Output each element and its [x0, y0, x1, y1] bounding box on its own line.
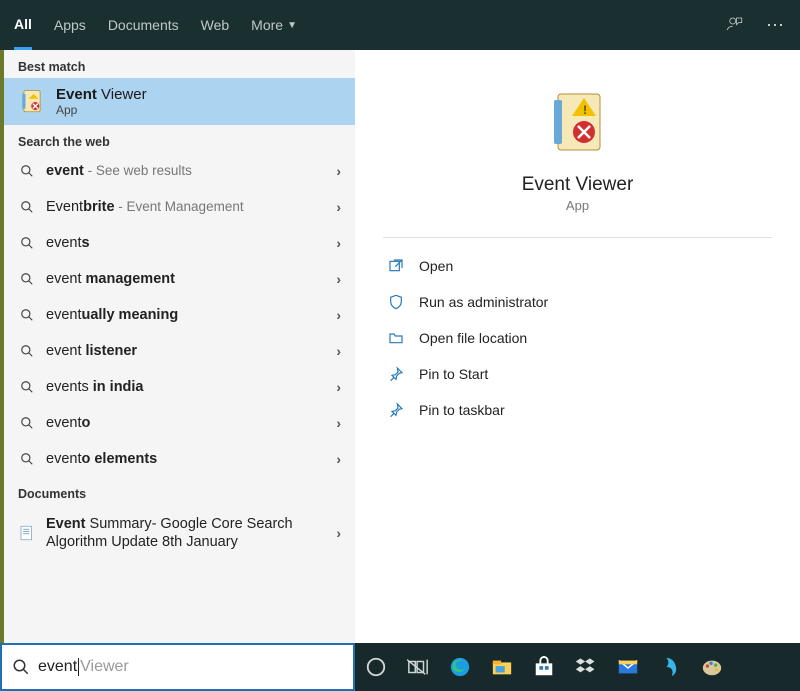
- action-open-location[interactable]: Open file location: [383, 320, 772, 356]
- search-filter-tabs: All Apps Documents Web More▼ ⋯: [0, 0, 800, 50]
- web-result[interactable]: event - See web results ›: [4, 153, 355, 189]
- dropbox-icon[interactable]: [573, 654, 599, 680]
- edge-icon[interactable]: [447, 654, 473, 680]
- pin-icon: [387, 401, 405, 419]
- section-search-web: Search the web: [4, 125, 355, 153]
- web-result[interactable]: event management ›: [4, 261, 355, 297]
- web-result[interactable]: evento ›: [4, 405, 355, 441]
- cortana-icon[interactable]: [363, 654, 389, 680]
- event-viewer-icon: [18, 88, 46, 116]
- divider: [383, 237, 772, 238]
- chevron-right-icon: ›: [336, 271, 341, 287]
- taskbar: [355, 643, 800, 691]
- tab-web[interactable]: Web: [201, 0, 230, 50]
- chevron-right-icon: ›: [336, 415, 341, 431]
- pin-icon: [387, 365, 405, 383]
- action-pin-start[interactable]: Pin to Start: [383, 356, 772, 392]
- svg-text:!: !: [583, 103, 587, 117]
- tab-documents[interactable]: Documents: [108, 0, 179, 50]
- chevron-right-icon: ›: [336, 525, 341, 541]
- preview-panel: ! Event Viewer App Open Run as administ: [355, 50, 800, 643]
- app-icon[interactable]: [657, 654, 683, 680]
- chevron-right-icon: ›: [336, 379, 341, 395]
- paint-icon[interactable]: [699, 654, 725, 680]
- search-icon: [18, 344, 36, 358]
- search-icon: [18, 200, 36, 214]
- store-icon[interactable]: [531, 654, 557, 680]
- action-run-admin[interactable]: Run as administrator: [383, 284, 772, 320]
- chevron-right-icon: ›: [336, 451, 341, 467]
- preview-title: Event Viewer: [383, 174, 772, 196]
- search-icon: [18, 416, 36, 430]
- document-icon: [18, 524, 36, 542]
- search-icon: [18, 452, 36, 466]
- section-documents: Documents: [4, 477, 355, 505]
- web-result[interactable]: event listener ›: [4, 333, 355, 369]
- web-result[interactable]: evento elements ›: [4, 441, 355, 477]
- search-input[interactable]: event Viewer: [0, 643, 355, 691]
- tab-all[interactable]: All: [14, 0, 32, 50]
- text-cursor: [78, 658, 79, 676]
- chevron-right-icon: ›: [336, 199, 341, 215]
- action-open[interactable]: Open: [383, 248, 772, 284]
- document-result[interactable]: Event Summary- Google Core Search Algori…: [4, 505, 355, 561]
- web-result[interactable]: Eventbrite - Event Management ›: [4, 189, 355, 225]
- best-match-subtitle: App: [56, 103, 147, 117]
- search-icon: [18, 308, 36, 322]
- chevron-down-icon: ▼: [287, 20, 297, 31]
- search-typed-text: event: [38, 658, 77, 676]
- search-icon: [18, 272, 36, 286]
- preview-subtitle: App: [383, 198, 772, 213]
- search-autocomplete-ghost: Viewer: [80, 658, 129, 676]
- search-icon: [18, 164, 36, 178]
- event-viewer-large-icon: !: [543, 90, 613, 160]
- file-explorer-icon[interactable]: [489, 654, 515, 680]
- open-icon: [387, 257, 405, 275]
- web-result[interactable]: events in india ›: [4, 369, 355, 405]
- chevron-right-icon: ›: [336, 235, 341, 251]
- tab-apps[interactable]: Apps: [54, 0, 86, 50]
- chevron-right-icon: ›: [336, 163, 341, 179]
- search-icon: [12, 658, 30, 676]
- task-view-icon[interactable]: [405, 654, 431, 680]
- folder-icon: [387, 329, 405, 347]
- shield-icon: [387, 293, 405, 311]
- feedback-icon[interactable]: [726, 15, 744, 36]
- web-result[interactable]: eventually meaning ›: [4, 297, 355, 333]
- chevron-right-icon: ›: [336, 307, 341, 323]
- search-icon: [18, 236, 36, 250]
- action-pin-taskbar[interactable]: Pin to taskbar: [383, 392, 772, 428]
- results-panel: Best match Event Viewer App Search: [0, 50, 355, 643]
- search-icon: [18, 380, 36, 394]
- best-match-item[interactable]: Event Viewer App: [4, 78, 355, 125]
- chevron-right-icon: ›: [336, 343, 341, 359]
- section-best-match: Best match: [4, 50, 355, 78]
- more-options-icon[interactable]: ⋯: [766, 15, 786, 36]
- tab-more[interactable]: More▼: [251, 0, 297, 50]
- mail-icon[interactable]: [615, 654, 641, 680]
- best-match-title: Event Viewer: [56, 86, 147, 103]
- web-result[interactable]: events ›: [4, 225, 355, 261]
